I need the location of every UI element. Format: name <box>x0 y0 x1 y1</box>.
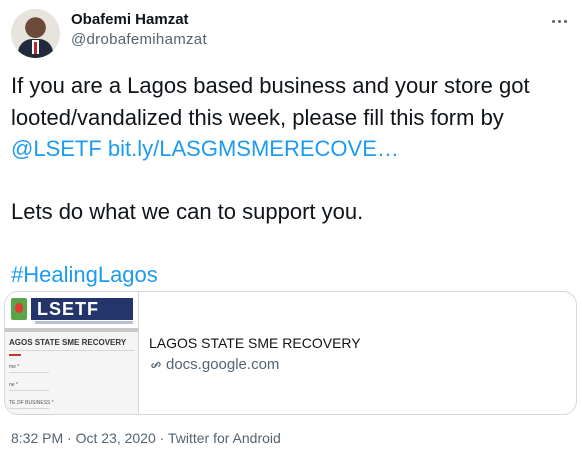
thumb-field-label-2: ne * <box>9 382 18 388</box>
card-title[interactable]: LAGOS STATE SME RECOVERY <box>149 335 361 351</box>
tweet-header: Obafemi Hamzat @drobafemihamzat <box>11 9 571 59</box>
author-name[interactable]: Obafemi Hamzat <box>71 11 189 28</box>
thumb-field-label-1: me * <box>9 364 20 370</box>
tweet-time[interactable]: 8:32 PM <box>11 430 63 446</box>
tweet-line-3: @LSETF bit.ly/LASGMSMERECOVE… <box>11 133 571 165</box>
thumb-divider <box>9 350 135 351</box>
tweet-meta: 8:32 PM · Oct 23, 2020 · Twitter for And… <box>11 430 281 446</box>
more-options-icon[interactable] <box>547 13 571 29</box>
logo-subline <box>35 321 133 324</box>
tweet-source[interactable]: Twitter for Android <box>168 430 281 446</box>
tweet-line-2: looted/vandalized this week, please fill… <box>11 104 504 130</box>
card-thumbnail: LSETF AGOS STATE SME RECOVERY me * ne * … <box>5 292 139 414</box>
avatar-tie <box>34 42 37 54</box>
mention-link[interactable]: @LSETF <box>11 136 102 161</box>
tweet-line-1: If you are a Lagos based business and yo… <box>11 73 530 98</box>
meta-separator: · <box>63 430 76 446</box>
link-card[interactable]: LSETF AGOS STATE SME RECOVERY me * ne * … <box>4 291 577 415</box>
thumb-field-line <box>9 390 49 391</box>
card-domain[interactable]: docs.google.com <box>149 356 279 373</box>
tweet-text: If you are a Lagos based business and yo… <box>11 70 571 291</box>
lsetf-logo: LSETF <box>31 298 133 320</box>
meta-separator: · <box>155 430 168 446</box>
thumb-form-title: AGOS STATE SME RECOVERY <box>9 338 127 347</box>
thumb-field-label-3: TE OF BUSINESS * <box>9 400 54 406</box>
url-link[interactable]: bit.ly/LASGMSMERECOVE… <box>108 136 399 161</box>
author-handle[interactable]: @drobafemihamzat <box>71 31 207 48</box>
tweet-date[interactable]: Oct 23, 2020 <box>76 430 156 446</box>
link-icon <box>151 361 161 368</box>
tweet-line-5: #HealingLagos <box>11 259 571 291</box>
avatar[interactable] <box>11 9 60 58</box>
thumb-field-line <box>9 372 49 373</box>
thumb-required-mark <box>9 354 21 356</box>
hashtag-link[interactable]: #HealingLagos <box>11 262 158 287</box>
thumb-field-line <box>9 408 49 409</box>
lagos-emblem-icon <box>11 298 27 320</box>
tweet-line-4: Lets do what we can to support you. <box>11 199 364 224</box>
card-domain-text: docs.google.com <box>166 356 280 373</box>
thumb-strip <box>5 328 138 332</box>
